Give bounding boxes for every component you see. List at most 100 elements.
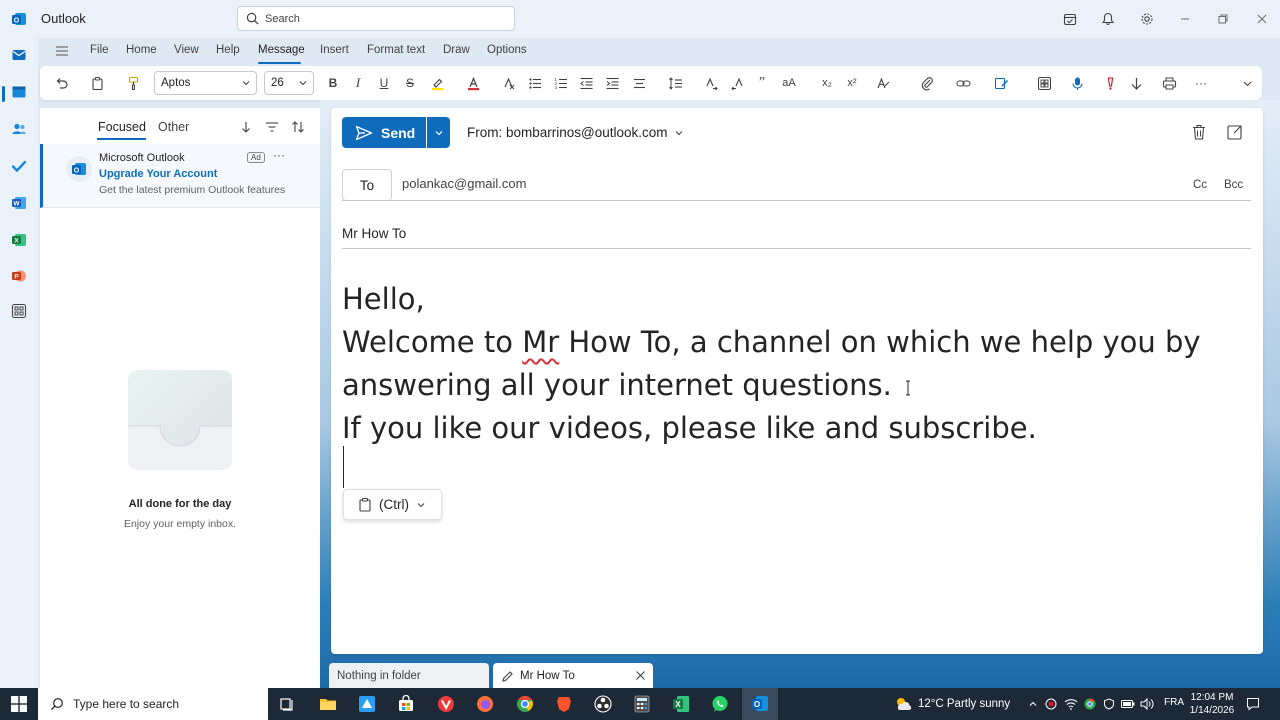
tab-options[interactable]: Options [487,44,527,56]
taskbar-search-input[interactable]: Type here to search [38,688,268,720]
rail-calendar[interactable] [10,83,28,101]
tab-file[interactable]: File [90,44,109,56]
weather-widget[interactable]: 12°C Partly sunny [894,696,1010,712]
quote-button[interactable]: ” [753,74,771,92]
tray-vpn[interactable] [1102,697,1116,711]
rail-people[interactable] [10,120,28,138]
attach-file-button[interactable] [918,74,936,92]
paste-options-button[interactable]: (Ctrl) [343,489,442,520]
excel-taskbar-button[interactable]: X [671,694,691,714]
bullets-button[interactable] [526,74,544,92]
rail-todo[interactable] [10,157,28,175]
italic-button[interactable]: I [349,74,367,92]
bottom-tab-draft[interactable]: Mr How To [493,663,653,689]
close-window-button[interactable] [1253,10,1271,28]
my-day-button[interactable] [1061,10,1079,28]
notifications-button[interactable] [1099,10,1117,28]
restore-button[interactable] [1214,10,1232,28]
close-icon[interactable] [634,669,647,682]
tab-insert[interactable]: Insert [320,44,349,56]
font-size-select[interactable]: 26 [264,71,314,95]
minimize-button[interactable] [1176,10,1194,28]
underline-button[interactable]: U [375,74,393,92]
format-painter-button[interactable] [124,74,142,92]
subject-field[interactable]: Mr How To [342,226,406,241]
windows-start-icon[interactable] [11,696,27,712]
dictate-button[interactable] [1068,74,1086,92]
print-button[interactable] [1160,74,1178,92]
store-button[interactable] [396,694,416,714]
whatsapp-button[interactable] [710,694,730,714]
align-button[interactable] [630,74,648,92]
font-color-button[interactable] [464,74,482,92]
undo-button[interactable] [52,74,70,92]
vivaldi-button[interactable] [436,694,456,714]
bottom-tab-folder[interactable]: Nothing in folder [329,663,489,689]
expand-ribbon-button[interactable] [1238,74,1256,92]
rail-excel[interactable]: X [10,231,28,249]
show-hidden-icons-button[interactable] [1026,697,1040,711]
spelling-error-word[interactable]: Mr [522,325,559,359]
tray-battery[interactable] [1121,697,1135,711]
tray-network[interactable] [1064,697,1078,711]
line-spacing-button[interactable] [666,74,684,92]
tab-other[interactable]: Other [158,120,189,134]
signature-button[interactable] [992,74,1010,92]
bold-button[interactable]: B [324,74,342,92]
cc-button[interactable]: Cc [1193,179,1207,191]
bcc-button[interactable]: Bcc [1224,179,1243,191]
hamburger-icon[interactable] [55,44,69,58]
importance-low-button[interactable] [1127,74,1145,92]
tab-home[interactable]: Home [126,44,157,56]
from-selector[interactable]: From: bombarrinos@outlook.com [467,125,684,140]
to-field[interactable]: polankac@gmail.com [402,176,526,191]
strikethrough-button[interactable]: S [401,74,419,92]
tab-focused[interactable]: Focused [98,120,146,134]
change-case-button[interactable]: aA [780,74,798,92]
tab-format-text[interactable]: Format text [367,44,425,56]
jump-down-icon[interactable] [238,119,254,135]
outlook-taskbar-button[interactable]: O [750,694,770,714]
link-button[interactable] [954,74,972,92]
trash-icon[interactable] [1190,123,1208,141]
filter-icon[interactable] [264,119,280,135]
rail-powerpoint[interactable]: P [10,267,28,285]
styles-button[interactable] [874,74,892,92]
rail-more-apps[interactable] [10,302,28,320]
send-options-button[interactable] [427,117,450,148]
sort-icon[interactable] [290,119,306,135]
message-body[interactable]: Hello, Welcome to Mr How To, a channel o… [342,278,1242,450]
search-input[interactable]: Search [237,6,515,31]
tray-chrome[interactable] [1083,697,1097,711]
pop-out-icon[interactable] [1226,123,1244,141]
decrease-indent-button[interactable] [577,74,595,92]
tray-app-1[interactable] [1044,697,1058,711]
ltr-button[interactable] [702,74,720,92]
clock[interactable]: 12:04 PM 1/14/2026 [1188,691,1236,717]
input-language[interactable]: FRA [1164,697,1184,708]
file-explorer-button[interactable] [318,694,338,714]
send-button[interactable]: Send [342,117,426,148]
tab-help[interactable]: Help [216,44,240,56]
paste-button[interactable] [88,74,106,92]
notification-center-button[interactable] [1246,697,1260,711]
ad-more-button[interactable]: ··· [273,148,285,162]
tab-draw[interactable]: Draw [443,44,470,56]
rail-word[interactable]: W [10,194,28,212]
firefox-button[interactable] [475,694,495,714]
importance-high-button[interactable] [1101,74,1119,92]
clear-format-button[interactable] [500,74,518,92]
brave-button[interactable] [554,694,574,714]
design-app-button[interactable] [357,694,377,714]
superscript-button[interactable]: x² [843,74,861,92]
font-family-select[interactable]: Aptos [154,71,257,95]
tab-view[interactable]: View [174,44,199,56]
more-options-button[interactable]: ··· [1192,74,1210,92]
settings-button[interactable] [1138,10,1156,28]
list-item-ad[interactable]: O Microsoft Outlook Ad ··· Upgrade Your … [40,144,320,208]
highlight-button[interactable] [428,74,446,92]
increase-indent-button[interactable] [603,74,621,92]
tab-message[interactable]: Message [258,44,305,56]
obs-button[interactable] [593,694,613,714]
rail-mail[interactable] [10,46,28,64]
